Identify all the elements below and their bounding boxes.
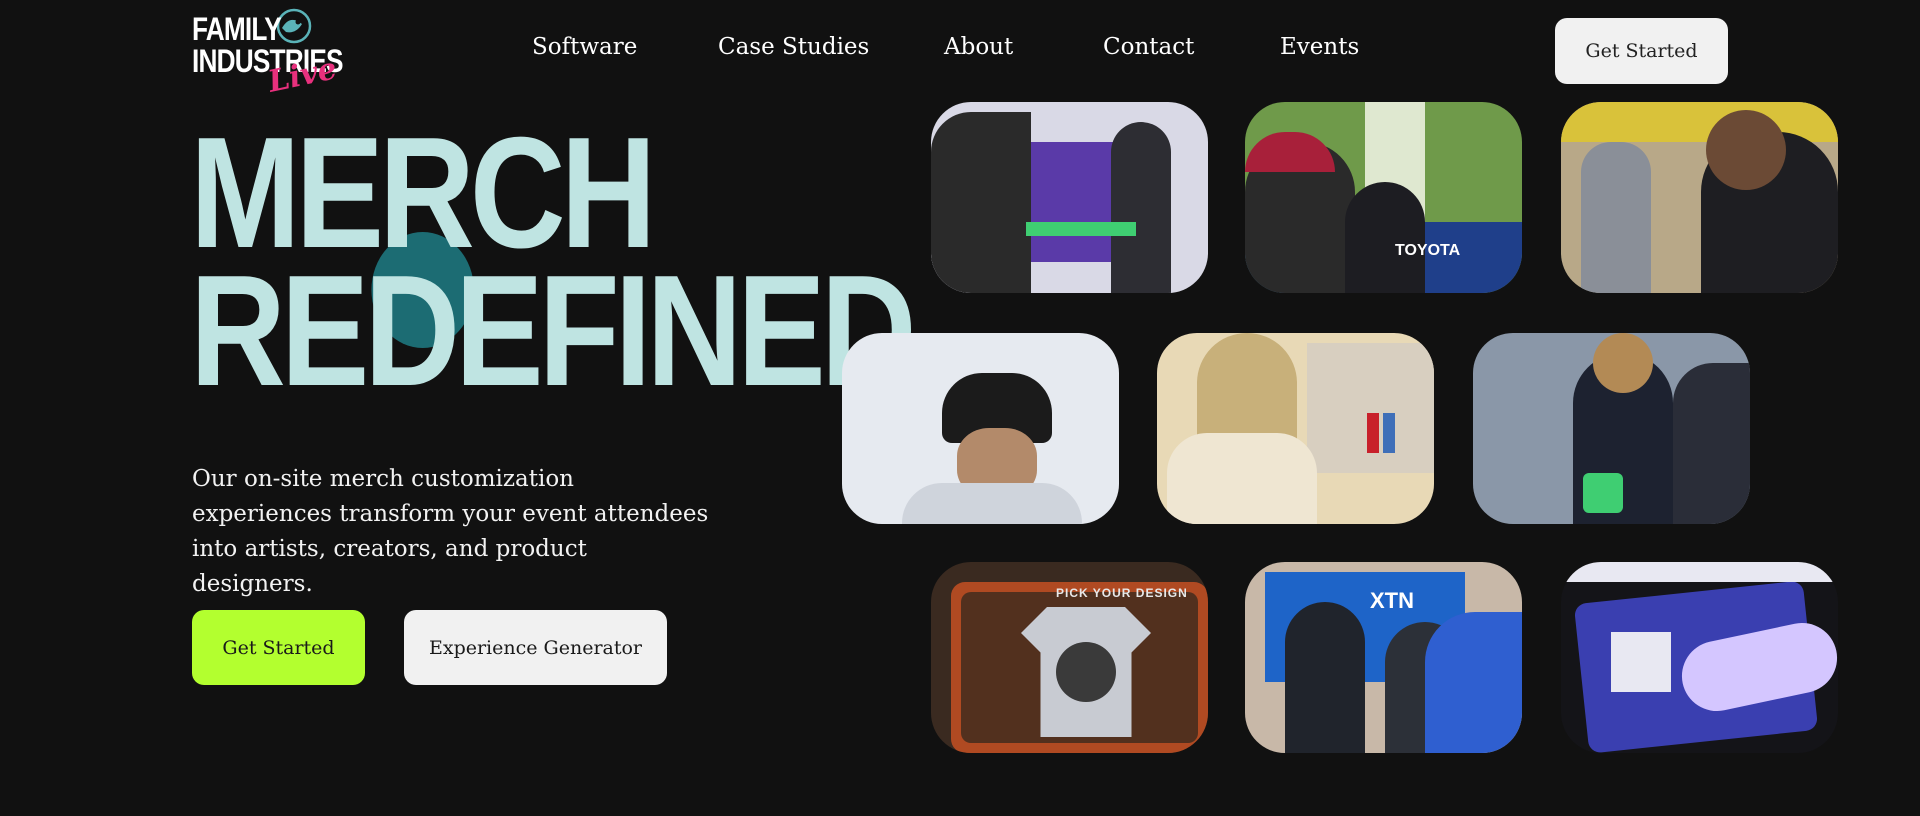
hero-description: Our on-site merch customization experien… [192,466,709,597]
tile-8-caption: XTN [1370,588,1414,613]
gallery-tile-6[interactable] [1473,333,1750,524]
tile-2-caption: TOYOTA [1395,242,1461,259]
hero-title-line-1: MERCH [190,105,656,281]
logo-line-1: FAMILY [192,11,282,47]
gallery-tile-5[interactable] [1157,333,1434,524]
nav-events[interactable]: Events [1280,34,1359,60]
tile-7-caption: PICK YOUR DESIGN [1056,586,1188,600]
nav-about[interactable]: About [944,34,1013,60]
gallery-tile-9[interactable] [1561,562,1838,753]
nav-contact[interactable]: Contact [1103,34,1194,60]
gallery-tile-2[interactable]: TOYOTA [1245,102,1522,293]
gallery-tile-8[interactable]: XTN [1245,562,1522,753]
gallery-tile-3[interactable] [1561,102,1838,293]
nav-software[interactable]: Software [532,34,637,60]
experience-generator-button[interactable]: Experience Generator [404,610,667,685]
gallery-tile-4[interactable] [842,333,1119,524]
header-get-started-button[interactable]: Get Started [1555,18,1728,84]
brand-logo[interactable]: FAMILY INDUSTRIES Live [192,6,344,100]
hero-get-started-button[interactable]: Get Started [192,610,365,685]
gallery-tile-7[interactable]: PICK YOUR DESIGN [931,562,1208,753]
gallery-tile-1[interactable] [931,102,1208,293]
nav-case-studies[interactable]: Case Studies [718,34,869,60]
hero-title: MERCH REDEFINED [190,105,917,419]
hero-title-line-2: REDEFINED [190,243,917,419]
